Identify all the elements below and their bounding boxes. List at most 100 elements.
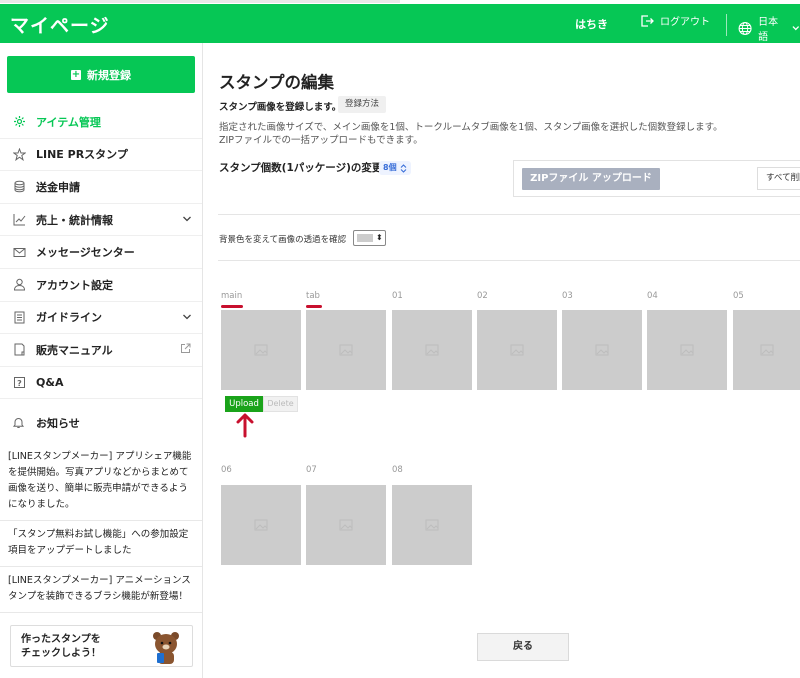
slot-label-05: 05 — [733, 291, 744, 301]
image-placeholder-icon — [339, 519, 353, 531]
book-icon — [12, 343, 26, 357]
image-placeholder-icon — [339, 344, 353, 356]
divider — [218, 260, 800, 261]
back-button[interactable]: 戻る — [477, 633, 569, 661]
sidebar-item-remittance[interactable]: 送金申請 — [0, 171, 202, 204]
stamp-count-select[interactable]: 8個 — [379, 161, 411, 175]
sidebar-item-label: Q&A — [36, 376, 64, 390]
divider — [218, 214, 800, 215]
stamp-slot-02[interactable] — [477, 310, 557, 390]
person-icon — [12, 278, 26, 292]
new-registration-button[interactable]: + 新規登録 — [7, 56, 195, 93]
gear-icon — [12, 115, 26, 129]
image-placeholder-icon — [510, 344, 524, 356]
plus-icon: + — [71, 68, 81, 80]
coins-icon — [12, 180, 26, 194]
news-item[interactable]: [LINEスタンプメーカー] アニメーションスタンプを装飾できるブラシ機能が新登… — [0, 567, 202, 613]
stamp-slot-01[interactable] — [392, 310, 472, 390]
sidebar-item-guidelines[interactable]: ガイドライン — [0, 302, 202, 335]
stamp-slot-main[interactable] — [221, 310, 301, 390]
zip-upload-box: ZIPファイル アップロード すべて削除 — [513, 160, 800, 197]
sidebar-item-label: ガイドライン — [36, 311, 102, 325]
check-stamps-banner[interactable]: 作ったスタンプを チェックしよう！ — [10, 625, 193, 667]
slot-label-03: 03 — [562, 291, 573, 301]
news-heading-label: お知らせ — [36, 417, 80, 430]
logout-icon — [641, 14, 654, 27]
logout-link[interactable]: ログアウト — [640, 13, 710, 28]
howto-button[interactable]: 登録方法 — [338, 96, 387, 113]
sidebar-item-account-settings[interactable]: アカウント設定 — [0, 269, 202, 302]
stamp-slot-06[interactable] — [221, 485, 301, 565]
sidebar-item-label: 売上・統計情報 — [36, 213, 113, 227]
top-header: マイページ はちき ログアウト 日本語 — [0, 4, 800, 43]
sidebar-item-label: アイテム管理 — [36, 115, 101, 129]
chevron-down-icon[interactable] — [182, 312, 192, 322]
globe-icon — [738, 21, 752, 35]
news-item[interactable]: [LINEスタンプメーカー] アプリシェア機能を提供開始。写真アプリなどからまと… — [0, 443, 202, 521]
sidebar: + 新規登録 アイテム管理 LINE PRスタンプ 送金申請 売上・統計情報 メ… — [0, 43, 203, 678]
background-check-label: 背景色を変えて画像の透過を確認 — [219, 235, 347, 245]
color-swatch — [357, 234, 373, 242]
language-label: 日本語 — [758, 17, 779, 43]
slot-label-main: main — [221, 291, 243, 301]
annotation-underline — [221, 305, 243, 308]
updown-arrow-icon: ⬍ — [376, 233, 383, 242]
stamp-count-value: 8個 — [383, 163, 397, 172]
image-placeholder-icon — [254, 344, 268, 356]
page-subtitle: スタンプ画像を登録します。 — [219, 102, 342, 113]
sidebar-item-item-management[interactable]: アイテム管理 — [0, 106, 202, 139]
header-divider — [726, 14, 727, 36]
slot-label-02: 02 — [477, 291, 488, 301]
user-name[interactable]: はちき — [575, 16, 608, 32]
main-content: スタンプの編集 スタンプ画像を登録します。 登録方法 指定された画像サイズで、メ… — [203, 43, 800, 678]
slot-label-06: 06 — [221, 465, 232, 475]
slot-label-08: 08 — [392, 465, 403, 475]
sidebar-item-sales-statistics[interactable]: 売上・統計情報 — [0, 204, 202, 237]
language-selector[interactable]: 日本語 — [738, 13, 800, 43]
stamp-count-label: スタンプ個数(1パッケージ)の変更 — [219, 162, 383, 174]
delete-button[interactable]: Delete — [263, 396, 298, 412]
stamp-slot-03[interactable] — [562, 310, 642, 390]
sidebar-item-message-center[interactable]: メッセージセンター — [0, 236, 202, 269]
new-registration-label: 新規登録 — [87, 68, 131, 82]
banner-line: 作ったスタンプを — [21, 634, 101, 645]
star-icon — [12, 147, 26, 161]
stamp-slot-05[interactable] — [733, 310, 800, 390]
banner-text: 作ったスタンプを チェックしよう！ — [21, 633, 101, 661]
logout-label: ログアウト — [660, 17, 710, 28]
sidebar-item-label: メッセージセンター — [36, 246, 135, 260]
sidebar-item-qa[interactable]: ? Q&A — [0, 367, 202, 400]
page-title: スタンプの編集 — [219, 73, 335, 92]
image-placeholder-icon — [595, 344, 609, 356]
svg-text:?: ? — [17, 379, 22, 388]
mail-icon — [12, 245, 26, 259]
zip-upload-button[interactable]: ZIPファイル アップロード — [522, 168, 660, 190]
image-placeholder-icon — [680, 344, 694, 356]
question-icon: ? — [12, 376, 26, 390]
upload-button[interactable]: Upload — [225, 396, 263, 412]
image-placeholder-icon — [425, 519, 439, 531]
news-item[interactable]: 「スタンプ無料お試し機能」への参加設定項目をアップデートしました — [0, 521, 202, 567]
news-list: [LINEスタンプメーカー] アプリシェア機能を提供開始。写真アプリなどからまと… — [0, 443, 202, 613]
stamp-slot-08[interactable] — [392, 485, 472, 565]
image-placeholder-icon — [254, 519, 268, 531]
page-brand-title[interactable]: マイページ — [10, 11, 110, 38]
updown-arrow-icon — [400, 163, 406, 173]
banner-line: チェックしよう！ — [21, 648, 101, 659]
browser-scrollbar — [0, 0, 400, 3]
external-link-icon — [181, 343, 191, 354]
background-color-select[interactable]: ⬍ — [353, 230, 386, 246]
image-placeholder-icon — [760, 344, 773, 356]
delete-all-button[interactable]: すべて削除 — [757, 167, 800, 190]
sidebar-item-sales-manual[interactable]: 販売マニュアル — [0, 334, 202, 367]
description-line: 指定された画像サイズで、メイン画像を1個、トークルームタブ画像を1個、スタンプ画… — [219, 122, 723, 133]
chart-icon — [12, 213, 26, 227]
slot-label-01: 01 — [392, 291, 403, 301]
stamp-slot-04[interactable] — [647, 310, 727, 390]
chevron-down-icon[interactable] — [182, 214, 192, 224]
description-line: ZIPファイルでの一括アップロードもできます。 — [219, 135, 423, 146]
document-icon — [12, 310, 26, 324]
sidebar-item-line-pr-stamp[interactable]: LINE PRスタンプ — [0, 139, 202, 172]
stamp-slot-07[interactable] — [306, 485, 386, 565]
stamp-slot-tab[interactable] — [306, 310, 386, 390]
